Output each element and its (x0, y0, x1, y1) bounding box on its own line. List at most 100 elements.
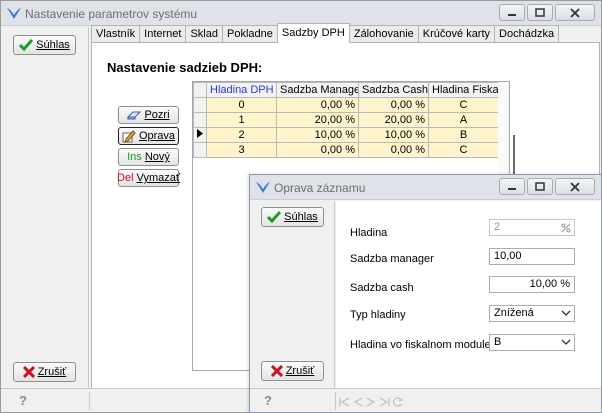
cell-cash[interactable]: 20,00 % (358, 112, 429, 128)
dialog-titlebar[interactable]: Oprava záznamu (250, 175, 601, 200)
cell-fiscal[interactable]: B (428, 127, 499, 143)
cell-manager[interactable]: 10,00 % (276, 127, 359, 143)
current-row-arrow-icon (197, 129, 203, 138)
delete-button-label: Vymazať (136, 172, 180, 184)
tab-krucove-karty[interactable]: Krúčové karty (417, 25, 496, 43)
level-label: Hladina (350, 227, 388, 239)
cell-manager[interactable]: 0,00 % (276, 97, 359, 113)
tab-dochadzka[interactable]: Dochádzka (494, 25, 560, 43)
row-indicator (193, 142, 207, 158)
main-left-pane (1, 27, 89, 389)
type-selected-value: Znížená (494, 307, 534, 319)
new-button[interactable]: Ins Nový (118, 148, 179, 166)
first-record-icon[interactable] (339, 397, 350, 407)
cell-cash[interactable]: 0,00 % (358, 142, 429, 158)
grid-corner (193, 82, 207, 98)
cell-fiscal[interactable]: C (428, 142, 499, 158)
level-value: 2 (494, 221, 501, 233)
dialog-title: Oprava záznamu (274, 181, 366, 195)
next-record-icon[interactable] (366, 397, 376, 407)
fiscal-level-select[interactable]: B (489, 334, 575, 351)
dialog-help-icon[interactable]: ? (264, 393, 272, 408)
section-title: Nastavenie sadzieb DPH: (107, 60, 263, 75)
view-button-label: Pozri (144, 109, 170, 121)
new-button-label: Nový (144, 151, 170, 163)
cancel-button[interactable]: Zrušiť (13, 362, 76, 382)
settings-tabs: Vlastník Internet Sklad Pokladne Sadzby … (91, 23, 560, 43)
table-row[interactable]: 3 0,00 % 0,00 % C (193, 142, 499, 158)
row-indicator (193, 97, 207, 113)
minimize-icon (508, 187, 516, 190)
col-header-cash[interactable]: Sadzba Cash (358, 82, 429, 98)
confirm-button[interactable]: Súhlas (13, 35, 76, 55)
cash-rate-label: Sadzba cash (350, 282, 414, 294)
fiscal-selected-value: B (494, 336, 502, 348)
app-logo-icon (7, 8, 21, 19)
type-select[interactable]: Znížená (489, 305, 575, 322)
chevron-down-icon (561, 310, 571, 316)
dialog-confirm-button[interactable]: Súhlas (261, 207, 324, 227)
delete-button[interactable]: Del Vymazať (117, 169, 180, 187)
grid-header-row: Hladina DPH Sadzba Manager Sadzba Cash H… (193, 82, 499, 98)
last-record-icon[interactable] (379, 397, 390, 407)
cell-level[interactable]: 2 (206, 127, 277, 143)
status-divider (89, 392, 90, 410)
dialog-close-button[interactable] (555, 178, 595, 195)
cell-fiscal[interactable]: C (428, 97, 499, 113)
tab-zalohovanie[interactable]: Zálohovanie (348, 25, 419, 43)
fiscal-level-label: Hladina vo fiskalnom module (350, 339, 491, 351)
dialog-confirm-label: Súhlas (284, 211, 318, 223)
maximize-icon (535, 182, 545, 191)
eraser-icon (127, 111, 142, 120)
tab-sklad[interactable]: Sklad (185, 25, 223, 43)
cash-rate-input[interactable]: 10,00 % (489, 276, 575, 293)
previous-record-icon[interactable] (353, 397, 363, 407)
row-indicator (193, 112, 207, 128)
tab-pokladne[interactable]: Pokladne (221, 25, 278, 43)
table-row[interactable]: 0 0,00 % 0,00 % C (193, 97, 499, 113)
dialog-minimize-button[interactable] (499, 178, 525, 195)
tab-internet[interactable]: Internet (139, 25, 187, 43)
record-navigation (339, 397, 403, 407)
confirm-button-label: Súhlas (36, 39, 70, 51)
app-logo-icon (256, 182, 270, 193)
table-row-current[interactable]: 2 10,00 % 10,00 % B (193, 127, 499, 143)
cell-fiscal[interactable]: A (428, 112, 499, 128)
status-divider (335, 392, 336, 410)
row-indicator (193, 127, 207, 143)
maximize-button[interactable] (527, 4, 553, 21)
view-button[interactable]: Pozri (118, 106, 179, 124)
tab-vlastnik[interactable]: Vlastník (91, 25, 141, 43)
tab-sadzby-dph[interactable]: Sadzby DPH (276, 23, 350, 43)
level-field[interactable]: 2 (489, 219, 575, 236)
manager-rate-input[interactable]: 10,00 (489, 248, 575, 265)
percent-icon (561, 223, 571, 233)
cell-cash[interactable]: 10,00 % (358, 127, 429, 143)
help-icon[interactable]: ? (19, 393, 27, 408)
x-icon (270, 365, 283, 377)
col-header-level[interactable]: Hladina DPH (206, 82, 277, 98)
cancel-button-label: Zrušiť (37, 366, 67, 378)
checkmark-icon (19, 39, 34, 51)
col-header-fiscal[interactable]: Hladina Fiskal (428, 82, 499, 98)
cell-manager[interactable]: 20,00 % (276, 112, 359, 128)
edit-pencil-icon (122, 129, 136, 143)
close-button[interactable] (555, 4, 595, 21)
col-header-manager[interactable]: Sadzba Manager (276, 82, 359, 98)
table-row[interactable]: 1 20,00 % 20,00 % A (193, 112, 499, 128)
cell-level[interactable]: 1 (206, 112, 277, 128)
close-icon (570, 181, 580, 192)
cell-level[interactable]: 3 (206, 142, 277, 158)
dialog-cancel-label: Zrušiť (285, 365, 315, 377)
x-icon (22, 366, 35, 378)
dialog-cancel-button[interactable]: Zrušiť (261, 361, 324, 381)
delete-shortcut: Del (117, 172, 134, 184)
refresh-icon[interactable] (393, 397, 403, 407)
cell-level[interactable]: 0 (206, 97, 277, 113)
cell-cash[interactable]: 0,00 % (358, 97, 429, 113)
edit-button[interactable]: Oprava (118, 127, 179, 145)
cell-manager[interactable]: 0,00 % (276, 142, 359, 158)
close-icon (570, 7, 580, 18)
dialog-maximize-button[interactable] (527, 178, 553, 195)
minimize-button[interactable] (499, 4, 525, 21)
